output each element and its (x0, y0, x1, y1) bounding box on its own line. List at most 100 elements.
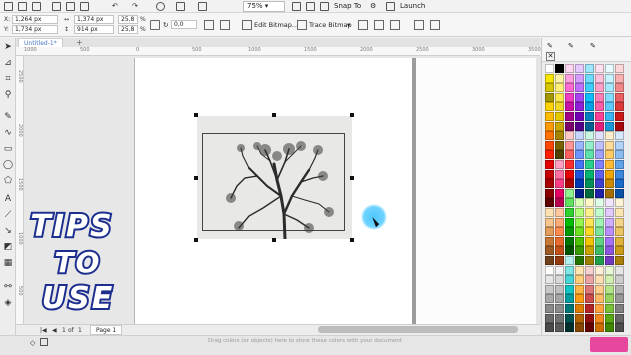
color-swatch[interactable] (615, 227, 624, 237)
color-swatch[interactable] (545, 131, 554, 141)
color-swatch[interactable] (555, 323, 564, 333)
color-swatch[interactable] (605, 198, 614, 208)
color-swatch[interactable] (605, 121, 614, 131)
color-swatch[interactable] (575, 140, 584, 150)
full-screen-icon[interactable] (292, 2, 301, 11)
color-swatch[interactable] (605, 179, 614, 189)
color-swatch[interactable] (585, 265, 594, 275)
color-swatch[interactable] (565, 112, 574, 121)
color-swatch[interactable] (555, 217, 564, 227)
color-swatch[interactable] (545, 150, 554, 160)
color-swatch[interactable] (615, 265, 624, 275)
color-swatch[interactable] (565, 102, 574, 112)
color-swatch[interactable] (575, 169, 584, 179)
color-swatch[interactable] (575, 102, 584, 112)
zoom-select[interactable]: 75% ▾ (243, 1, 285, 12)
page-tab[interactable]: Page 1 (90, 325, 123, 335)
color-swatch[interactable] (565, 256, 574, 265)
color-swatch[interactable] (615, 73, 624, 83)
color-swatch[interactable] (585, 102, 594, 112)
color-swatch[interactable] (595, 256, 604, 265)
color-swatch[interactable] (585, 160, 594, 169)
color-swatch[interactable] (605, 131, 614, 141)
color-swatch[interactable] (545, 64, 554, 73)
color-swatch[interactable] (605, 169, 614, 179)
color-swatch[interactable] (555, 112, 564, 121)
color-swatch[interactable] (575, 188, 584, 198)
color-swatch[interactable] (575, 265, 584, 275)
color-swatch[interactable] (585, 217, 594, 227)
open-icon[interactable] (18, 2, 27, 11)
palette-pen3-icon[interactable]: ✎ (590, 42, 596, 50)
handle-bottom-center[interactable] (272, 238, 276, 242)
color-swatch[interactable] (575, 131, 584, 141)
mirror-vertical-icon[interactable] (220, 20, 230, 30)
color-swatch[interactable] (575, 64, 584, 73)
handle-middle-right[interactable] (350, 176, 354, 180)
color-swatch[interactable] (615, 246, 624, 256)
color-swatch[interactable] (545, 313, 554, 323)
grid-icon[interactable] (320, 2, 329, 11)
color-swatch[interactable] (555, 121, 564, 131)
color-swatch[interactable] (565, 275, 574, 285)
color-swatch[interactable] (545, 140, 554, 150)
color-swatch[interactable] (565, 121, 574, 131)
new-document-icon[interactable] (4, 2, 13, 11)
artistic-media-icon[interactable]: ∿ (3, 128, 13, 138)
color-swatch[interactable] (545, 188, 554, 198)
ellipse-tool-icon[interactable]: ◯ (3, 160, 13, 170)
color-swatch[interactable] (595, 92, 604, 102)
color-swatch[interactable] (565, 131, 574, 141)
document-tab[interactable]: Untitled-1* (18, 38, 63, 47)
color-swatch[interactable] (555, 131, 564, 141)
mirror-horizontal-icon[interactable] (204, 20, 214, 30)
color-swatch[interactable] (585, 198, 594, 208)
color-swatch[interactable] (615, 83, 624, 93)
color-swatch[interactable] (605, 304, 614, 313)
copy-icon[interactable] (66, 2, 75, 11)
color-swatch[interactable] (615, 198, 624, 208)
handle-middle-left[interactable] (194, 176, 198, 180)
color-swatch[interactable] (575, 246, 584, 256)
color-swatch[interactable] (585, 83, 594, 93)
trace-bitmap-button[interactable]: Trace Bitmap (309, 20, 352, 30)
color-swatch[interactable] (575, 284, 584, 294)
color-swatch[interactable] (605, 150, 614, 160)
crop-tool-icon[interactable]: ⌗ (3, 74, 13, 84)
color-swatch[interactable] (595, 121, 604, 131)
color-swatch[interactable] (565, 284, 574, 294)
color-swatch[interactable] (565, 160, 574, 169)
color-swatch[interactable] (575, 323, 584, 333)
add-document-tab-button[interactable]: + (76, 38, 83, 47)
color-swatch[interactable] (575, 92, 584, 102)
settings-icon[interactable]: ⚙ (370, 2, 376, 11)
snap-to-button[interactable]: Snap To (334, 2, 361, 11)
edit-bitmap-button[interactable]: Edit Bitmap... (254, 20, 298, 30)
height-field[interactable]: 914 px (74, 25, 114, 34)
color-swatch[interactable] (595, 73, 604, 83)
color-swatch[interactable] (605, 323, 614, 333)
color-swatch[interactable] (565, 73, 574, 83)
color-swatch[interactable] (595, 64, 604, 73)
angle-field[interactable]: 0,0 (171, 20, 197, 29)
color-swatch[interactable] (595, 112, 604, 121)
color-swatch[interactable] (545, 198, 554, 208)
color-swatch[interactable] (615, 112, 624, 121)
color-swatch[interactable] (545, 179, 554, 189)
export-icon[interactable] (198, 2, 207, 11)
publish-pdf-icon[interactable] (156, 2, 165, 11)
color-swatch[interactable] (545, 73, 554, 83)
color-swatch[interactable] (605, 92, 614, 102)
scale-y-field[interactable]: 25,8 (118, 25, 138, 34)
color-swatch[interactable] (605, 188, 614, 198)
width-field[interactable]: 1,374 px (74, 15, 114, 24)
selected-bitmap[interactable] (197, 116, 352, 239)
handle-bottom-right[interactable] (350, 238, 354, 242)
color-swatch[interactable] (565, 265, 574, 275)
color-swatch[interactable] (545, 304, 554, 313)
color-swatch[interactable] (565, 188, 574, 198)
color-swatch[interactable] (595, 169, 604, 179)
handle-bottom-left[interactable] (194, 238, 198, 242)
color-swatch[interactable] (575, 179, 584, 189)
pick-tool-icon[interactable]: ➤ (3, 42, 13, 52)
